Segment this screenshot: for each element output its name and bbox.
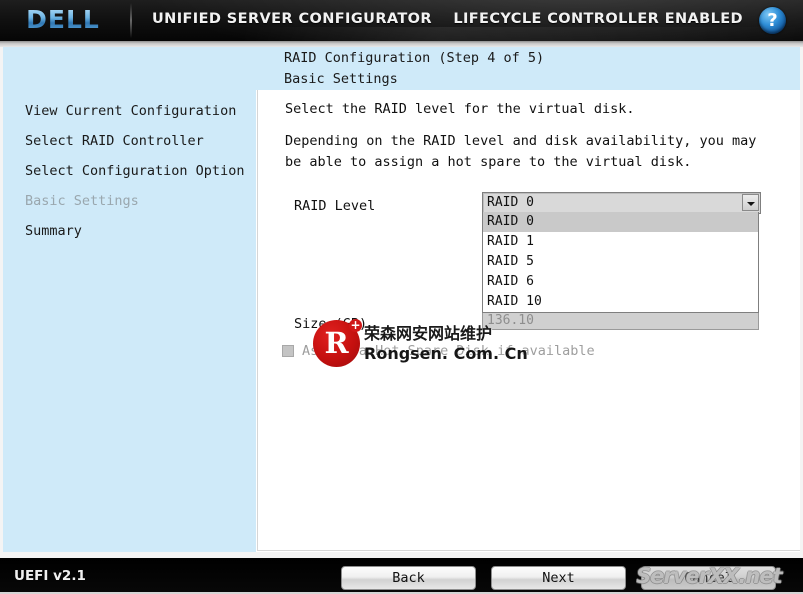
raid-level-option-raid-0[interactable]: RAID 0 (483, 212, 758, 232)
hot-spare-checkbox (282, 345, 294, 357)
main-content: RAID Configuration (Step 4 of 5) Basic S… (256, 47, 800, 552)
page-title: RAID Configuration (Step 4 of 5) (284, 50, 544, 66)
sidebar-item-list: View Current Configuration Select RAID C… (25, 96, 255, 246)
lifecycle-controller-status: LIFECYCLE CONTROLLER ENABLED (453, 11, 743, 27)
settings-panel: Select the RAID level for the virtual di… (257, 90, 800, 551)
raid-level-option-raid-5[interactable]: RAID 5 (483, 252, 758, 272)
sidebar-nav: View Current Configuration Select RAID C… (3, 47, 257, 552)
back-button[interactable]: Back (341, 566, 476, 590)
sidebar-item-select-raid-controller[interactable]: Select RAID Controller (25, 126, 255, 156)
instruction-primary: Select the RAID level for the virtual di… (285, 101, 635, 117)
sidebar-item-basic-settings: Basic Settings (25, 186, 255, 216)
usc-window: DELL UNIFIED SERVER CONFIGURATOR LIFECYC… (0, 0, 803, 594)
cancel-button[interactable]: Cancel (641, 566, 776, 590)
raid-level-selected-value: RAID 0 (487, 194, 534, 212)
top-header-bar: DELL UNIFIED SERVER CONFIGURATOR LIFECYC… (0, 0, 803, 41)
size-value: 136.10 (487, 312, 534, 330)
body-area: View Current Configuration Select RAID C… (0, 47, 803, 558)
instruction-secondary-line1: Depending on the RAID level and disk ava… (285, 131, 756, 152)
chevron-down-icon[interactable] (742, 194, 759, 211)
size-label: Size (GB) (294, 316, 367, 332)
raid-level-option-list[interactable]: RAID 0 RAID 1 RAID 5 RAID 6 RAID 10 (482, 212, 759, 313)
app-title: UNIFIED SERVER CONFIGURATOR (152, 11, 432, 27)
uefi-version-label: UEFI v2.1 (14, 568, 86, 584)
size-input: 136.10 (482, 311, 759, 330)
raid-level-label: RAID Level (294, 198, 375, 214)
raid-level-option-raid-10[interactable]: RAID 10 (483, 292, 758, 312)
raid-level-option-raid-6[interactable]: RAID 6 (483, 272, 758, 292)
raid-level-select[interactable]: RAID 0 (482, 192, 761, 214)
raid-level-option-raid-1[interactable]: RAID 1 (483, 232, 758, 252)
instruction-secondary-line2: be able to assign a hot spare to the vir… (285, 152, 756, 173)
page-subtitle: Basic Settings (284, 71, 398, 87)
next-button[interactable]: Next (491, 566, 626, 590)
instruction-secondary: Depending on the RAID level and disk ava… (285, 131, 756, 173)
dell-logo: DELL (14, 5, 112, 35)
help-icon[interactable]: ? (759, 7, 786, 34)
header-divider (130, 3, 132, 38)
sidebar-item-summary[interactable]: Summary (25, 216, 255, 246)
page-header: RAID Configuration (Step 4 of 5) Basic S… (256, 47, 800, 90)
hot-spare-label: Assign a Hot Spare Disk if available (302, 343, 595, 359)
sidebar-item-select-configuration-option[interactable]: Select Configuration Option (25, 156, 255, 186)
sidebar-item-view-current-configuration[interactable]: View Current Configuration (25, 96, 255, 126)
